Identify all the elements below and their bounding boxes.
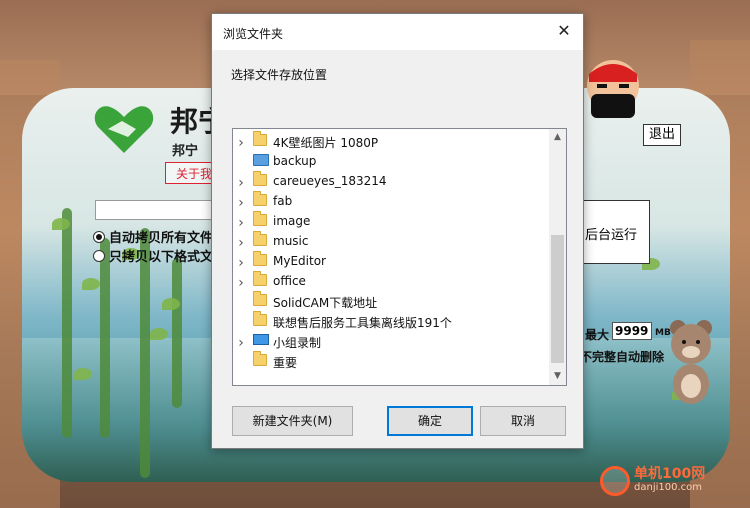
background-run-label: 后台运行 [585,228,638,243]
browse-folder-dialog: 浏览文件夹 ✕ 选择文件存放位置 › 4K壁纸图片 1080P backup › car… [211,13,584,449]
tree-item[interactable]: › image [233,211,551,231]
leaf-decoration [162,298,180,310]
tree-item-label: 重要 [273,356,298,370]
folder-icon [253,231,267,247]
tree-item[interactable]: › MyEditor [233,251,551,271]
radio-copy-all-label: 自动拷贝所有文件 [109,231,214,246]
tree-item[interactable]: › music [233,231,551,251]
chevron-right-icon[interactable]: › [236,135,246,151]
tree-item[interactable]: 联想售后服务工具集离线版191个 [233,311,551,331]
exit-button[interactable]: 退出 [643,124,681,146]
folder-icon [253,251,267,267]
tree-item-label: fab [273,194,293,208]
chevron-right-icon[interactable]: › [236,175,246,191]
tree-item[interactable]: 重要 [233,351,551,371]
chevron-right-icon[interactable]: › [236,215,246,231]
tree-item-label: office [273,274,306,288]
folder-icon [253,271,267,287]
tree-item-label: 4K壁纸图片 1080P [273,136,379,150]
tree-item-label: 小组录制 [273,336,322,350]
tree-item-label: SolidCAM下载地址 [273,296,378,310]
about-button[interactable]: 关于我 [165,162,213,184]
tree-item-label: careueyes_183214 [273,174,387,188]
dialog-title: 浏览文件夹 [223,27,284,41]
tree-item[interactable]: › 4K壁纸图片 1080P [233,131,551,151]
radio-button-selected[interactable] [93,230,105,243]
chevron-right-icon[interactable]: › [236,275,246,291]
handshake-heart-logo [94,106,154,153]
watermark-name: 单机100网 [634,466,706,482]
tree-item[interactable]: › fab [233,191,551,211]
ok-button[interactable]: 确定 [387,406,473,436]
scroll-up-icon[interactable]: ▲ [549,129,566,146]
max-size-input[interactable]: 9999 [612,322,652,340]
folder-icon [253,291,267,307]
tree-item[interactable]: SolidCAM下载地址 [233,291,551,311]
leaf-decoration [82,278,100,290]
radio-copy-ext-label: 只拷贝以下格式文 [109,250,214,265]
network-folder-icon [253,154,269,167]
save-path-input[interactable] [95,200,213,220]
bear-mascot [670,320,712,404]
site-watermark: 单机100网 danji100.com [600,466,705,496]
max-size-label: 最大 [585,328,610,342]
new-folder-button[interactable]: 新建文件夹(M) [232,406,353,436]
vine-decoration [140,228,150,478]
dialog-titlebar: 浏览文件夹 ✕ [212,14,583,50]
folder-tree[interactable]: › 4K壁纸图片 1080P backup › careueyes_183214 › fab… [232,128,567,386]
tree-item-label: music [273,234,309,248]
folder-icon [253,191,267,207]
tree-scrollbar[interactable]: ▲ ▼ [549,129,566,385]
folder-icon [253,171,267,187]
leaf-decoration [150,328,168,340]
scroll-down-icon[interactable]: ▼ [549,368,566,385]
scrollbar-thumb[interactable] [551,235,564,363]
background-run-button[interactable]: 后台运行 [578,200,650,264]
watermark-url: danji100.com [634,482,702,493]
leaf-decoration [52,218,70,230]
app-logo-subtitle: 邦宁 [172,144,199,159]
leaf-decoration [74,368,92,380]
tree-item[interactable]: backup [233,151,551,171]
vine-decoration [62,208,72,438]
tree-item-label: 联想售后服务工具集离线版191个 [273,316,452,330]
auto-delete-label: 不完整自动删除 [580,350,665,364]
vine-decoration [172,258,182,408]
pc-icon [253,334,269,347]
tree-item[interactable]: › office [233,271,551,291]
chevron-right-icon[interactable]: › [236,235,246,251]
vine-decoration [100,238,110,438]
folder-icon [253,311,267,327]
ninja-mascot [587,60,639,118]
tree-item-label: MyEditor [273,254,326,268]
watermark-logo-icon [600,466,630,496]
tree-item-label: image [273,214,311,228]
radio-copy-ext[interactable]: 只拷贝以下格式文 [93,246,213,265]
tree-item-label: backup [273,154,317,168]
folder-icon [253,211,267,227]
chevron-right-icon[interactable]: › [236,335,246,351]
cancel-button[interactable]: 取消 [480,406,566,436]
tree-item[interactable]: › 小组录制 [233,331,551,351]
dialog-description: 选择文件存放位置 [231,68,328,82]
chevron-right-icon[interactable]: › [236,255,246,271]
close-icon[interactable]: ✕ [555,22,573,40]
radio-copy-all[interactable]: 自动拷贝所有文件 [93,227,213,246]
folder-icon [253,351,267,367]
radio-button[interactable] [93,249,105,262]
chevron-right-icon[interactable]: › [236,195,246,211]
tree-item[interactable]: › careueyes_183214 [233,171,551,191]
folder-icon [253,131,267,147]
